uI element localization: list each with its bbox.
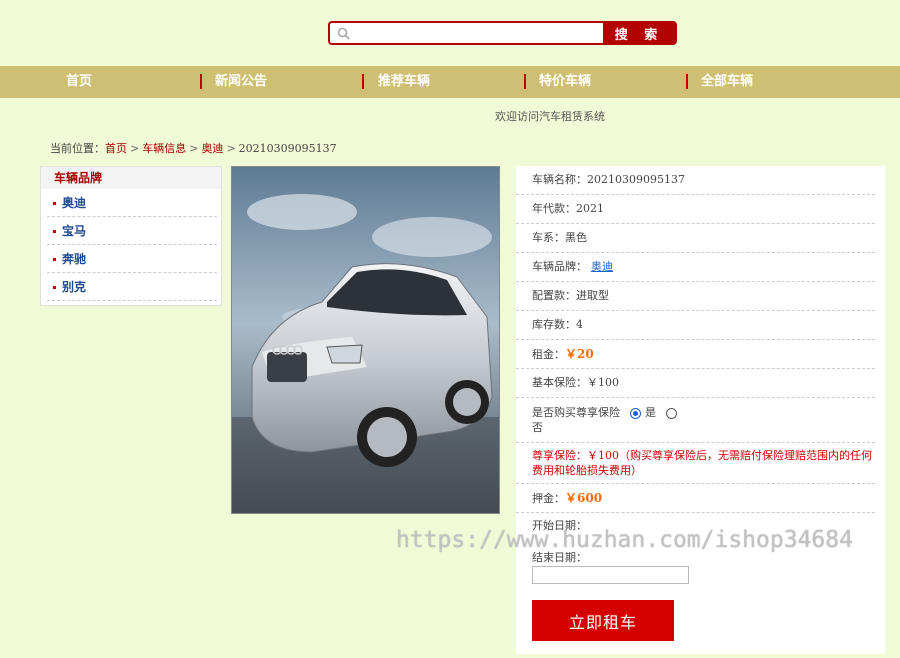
premium-no-radio[interactable] bbox=[666, 407, 677, 419]
detail-name: 车辆名称：20210309095137 bbox=[516, 166, 875, 195]
search-input[interactable] bbox=[356, 23, 603, 43]
bullet-icon bbox=[53, 230, 56, 233]
brand-link[interactable]: 奥迪 bbox=[591, 260, 613, 273]
detail-series: 车系：黑色 bbox=[516, 224, 875, 253]
date-section: 开始日期： 结束日期： bbox=[516, 513, 885, 584]
detail-value: ￥100 bbox=[587, 376, 619, 389]
end-date-input[interactable] bbox=[532, 566, 689, 584]
sidebar-item-bmw[interactable]: 宝马 bbox=[47, 217, 217, 245]
detail-label: 车辆名称： bbox=[532, 173, 587, 186]
detail-label: 车系： bbox=[532, 231, 565, 244]
nav-special[interactable]: 特价车辆 bbox=[539, 66, 591, 98]
start-date-label: 开始日期： bbox=[532, 519, 587, 532]
rent-price: ￥20 bbox=[565, 347, 594, 361]
sidebar-item-label: 奥迪 bbox=[62, 196, 87, 210]
breadcrumb-separator: > bbox=[130, 142, 140, 155]
detail-deposit: 押金：￥600 bbox=[516, 484, 875, 513]
end-date-label: 结束日期： bbox=[532, 551, 587, 564]
breadcrumb-current: 20210309095137 bbox=[238, 142, 337, 155]
premium-yes-label: 是 bbox=[645, 406, 656, 419]
premium-note: 尊享保险：￥100（购买尊享保险后，无需赔付保险理赔范围内的任何费用和轮胎损失费… bbox=[532, 449, 872, 477]
sidebar-item-label: 奔驰 bbox=[62, 252, 87, 266]
search-button[interactable]: 搜 索 bbox=[603, 23, 675, 43]
car-details: 车辆名称：20210309095137 年代款：2021 车系：黑色 车辆品牌：… bbox=[516, 166, 885, 654]
bullet-icon bbox=[53, 286, 56, 289]
sidebar-item-benz[interactable]: 奔驰 bbox=[47, 245, 217, 273]
detail-label: 押金： bbox=[532, 492, 565, 505]
detail-rent: 租金：￥20 bbox=[516, 340, 875, 369]
detail-label: 车辆品牌： bbox=[532, 260, 587, 273]
detail-value: 20210309095137 bbox=[587, 173, 685, 186]
search-box: 搜 索 bbox=[328, 21, 677, 45]
detail-stock: 库存数：4 bbox=[516, 311, 875, 340]
detail-value: 进取型 bbox=[576, 289, 609, 302]
detail-label: 库存数： bbox=[532, 318, 576, 331]
nav-news[interactable]: 新闻公告 bbox=[215, 66, 267, 98]
brand-sidebar: 车辆品牌 奥迪 宝马 奔驰 别克 bbox=[40, 166, 222, 306]
nav-divider bbox=[362, 74, 364, 89]
nav-divider bbox=[686, 74, 688, 89]
detail-label: 基本保险： bbox=[532, 376, 587, 389]
bullet-icon bbox=[53, 258, 56, 261]
detail-year: 年代款：2021 bbox=[516, 195, 875, 224]
detail-label: 年代款： bbox=[532, 202, 576, 215]
breadcrumb-home[interactable]: 首页 bbox=[105, 142, 127, 155]
nav-divider bbox=[200, 74, 202, 89]
nav-all[interactable]: 全部车辆 bbox=[701, 66, 753, 98]
detail-config: 配置款：进取型 bbox=[516, 282, 875, 311]
detail-premium-note: 尊享保险：￥100（购买尊享保险后，无需赔付保险理赔范围内的任何费用和轮胎损失费… bbox=[516, 443, 875, 484]
detail-value: 4 bbox=[576, 318, 583, 331]
sidebar-item-audi[interactable]: 奥迪 bbox=[47, 189, 217, 217]
rent-now-button[interactable]: 立即租车 bbox=[532, 600, 674, 641]
breadcrumb: 当前位置：首页 > 车辆信息 > 奥迪 >20210309095137 bbox=[50, 140, 337, 156]
detail-label: 配置款： bbox=[532, 289, 576, 302]
breadcrumb-separator: > bbox=[189, 142, 199, 155]
detail-insurance: 基本保险：￥100 bbox=[516, 369, 875, 398]
detail-value: 黑色 bbox=[565, 231, 587, 244]
nav-divider bbox=[524, 74, 526, 89]
car-image bbox=[231, 166, 500, 514]
welcome-text: 欢迎访问汽车租赁系统 bbox=[495, 110, 605, 123]
sidebar-item-label: 别克 bbox=[62, 280, 87, 294]
breadcrumb-prefix: 当前位置： bbox=[50, 142, 105, 155]
detail-label: 租金： bbox=[532, 348, 565, 361]
sidebar-item-buick[interactable]: 别克 bbox=[47, 273, 217, 301]
breadcrumb-car-info[interactable]: 车辆信息 bbox=[142, 142, 186, 155]
nav-recommended[interactable]: 推荐车辆 bbox=[378, 66, 430, 98]
deposit-price: ￥600 bbox=[565, 491, 603, 505]
sidebar-title: 车辆品牌 bbox=[41, 167, 221, 189]
detail-value: 2021 bbox=[576, 202, 604, 215]
premium-yes-radio[interactable] bbox=[630, 407, 641, 419]
breadcrumb-separator: > bbox=[226, 142, 236, 155]
main-nav: 首页 新闻公告 推荐车辆 特价车辆 全部车辆 bbox=[0, 66, 900, 98]
premium-question: 是否购买尊享保险 bbox=[532, 406, 620, 419]
search-icon bbox=[330, 23, 356, 43]
detail-premium-choice: 是否购买尊享保险 是否 bbox=[516, 398, 875, 443]
sidebar-item-label: 宝马 bbox=[62, 224, 87, 238]
bullet-icon bbox=[53, 202, 56, 205]
premium-no-label: 否 bbox=[532, 421, 543, 434]
detail-brand: 车辆品牌： 奥迪 bbox=[516, 253, 875, 282]
nav-home[interactable]: 首页 bbox=[66, 66, 92, 98]
breadcrumb-brand[interactable]: 奥迪 bbox=[201, 142, 223, 155]
